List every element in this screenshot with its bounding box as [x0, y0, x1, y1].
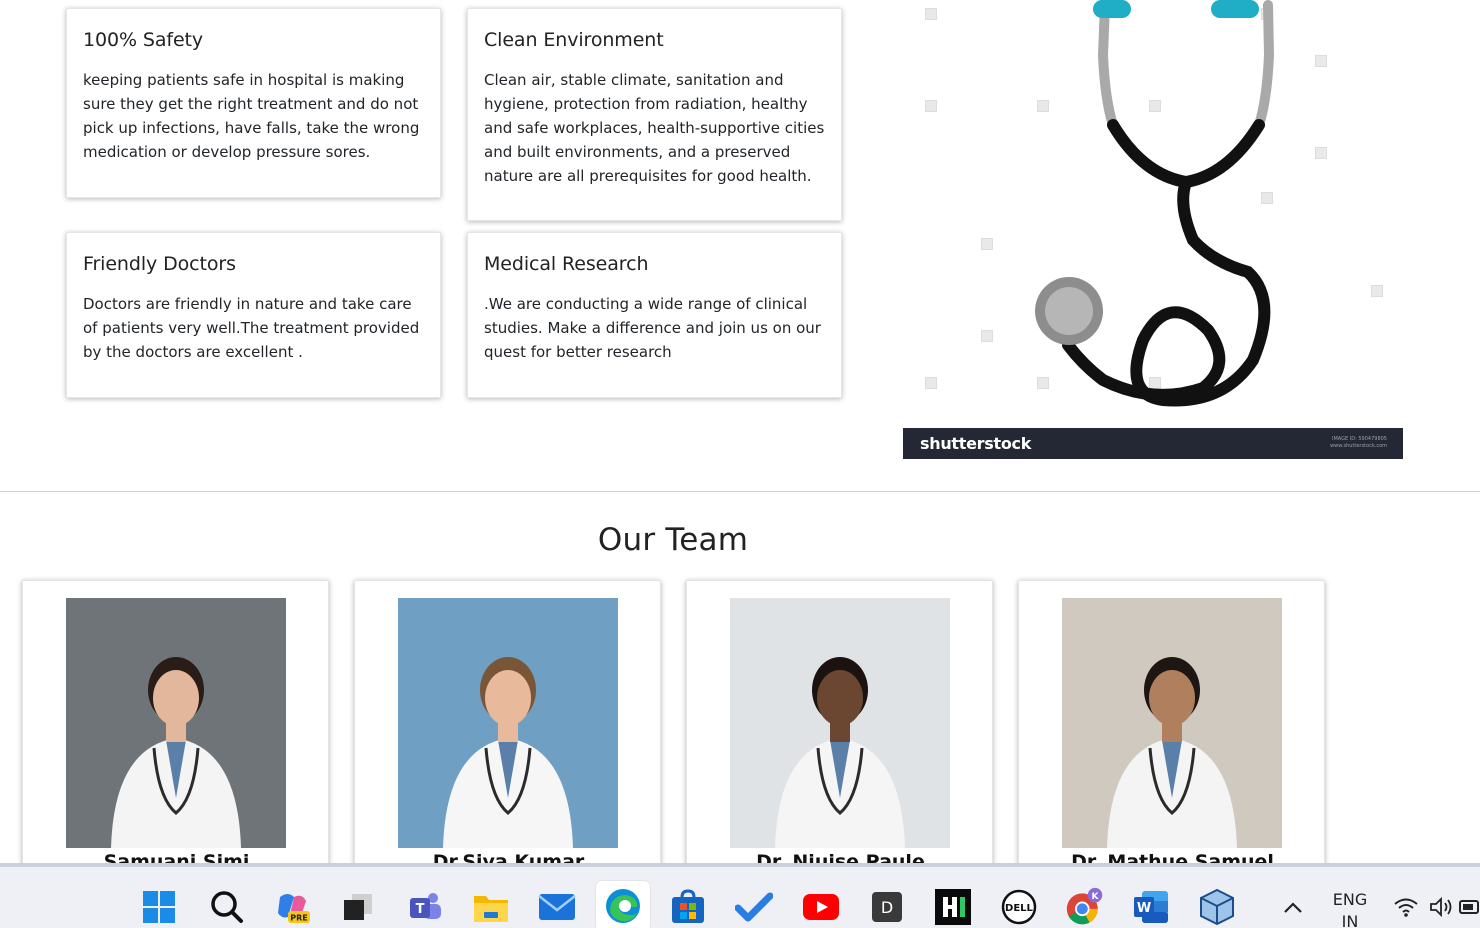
team-card: Dr.Siva Kumar [354, 580, 661, 880]
shutterstock-logo: shutterstock [920, 434, 1032, 453]
battery-icon[interactable] [1458, 887, 1480, 927]
image-id-line: IMAGE ID: 590479805 [1332, 436, 1387, 442]
region-line: IN [1341, 912, 1359, 928]
doctor-photo [730, 598, 950, 848]
feature-text: .We are conducting a wide range of clini… [484, 295, 821, 361]
file-explorer-icon[interactable] [471, 887, 511, 927]
feature-text: keeping patients safe in hospital is mak… [83, 71, 420, 161]
team-section-title: Our Team [597, 522, 749, 558]
team-card: Dr. Niuise Paule [686, 580, 993, 880]
language-line: ENG [1332, 890, 1368, 909]
feature-text: Doctors are friendly in nature and take … [83, 295, 420, 361]
windows-start-icon[interactable] [139, 887, 179, 927]
svg-text:PRE: PRE [290, 914, 308, 923]
doctor-photo [398, 598, 618, 848]
doctor-portrait [398, 598, 618, 848]
feature-card-research: Medical Research .We are conducting a wi… [467, 232, 842, 398]
feature-title: Medical Research [484, 253, 649, 275]
stethoscope-icon [1035, 0, 1275, 407]
feature-title: 100% Safety [83, 29, 204, 51]
doctor-photo [66, 598, 286, 848]
chevron-up-icon[interactable] [1273, 887, 1313, 927]
search-icon[interactable] [207, 887, 247, 927]
wifi-icon[interactable] [1386, 887, 1426, 927]
copilot-icon[interactable]: PRE [272, 887, 312, 927]
feature-text: Clean air, stable climate, sanitation an… [484, 71, 825, 185]
todo-icon[interactable] [734, 887, 774, 927]
word-icon[interactable]: W [1131, 887, 1171, 927]
team-card: Dr. Mathue Samuel [1018, 580, 1325, 880]
mail-icon[interactable] [537, 887, 577, 927]
taskbar: PRE T D DELL K W ENG IN [0, 863, 1480, 928]
feature-card-safety: 100% Safety keeping patients safe in hos… [66, 8, 441, 198]
dell-icon[interactable]: DELL [999, 887, 1039, 927]
feature-title: Friendly Doctors [83, 253, 236, 275]
doctor-portrait [66, 598, 286, 848]
language-indicator[interactable]: ENG IN [1326, 889, 1374, 928]
d-app-icon[interactable]: D [867, 887, 907, 927]
youtube-icon[interactable] [801, 887, 841, 927]
edge-icon[interactable] [596, 881, 650, 928]
svg-text:DELL: DELL [1005, 903, 1034, 914]
team-card: Samuani Simi [22, 580, 329, 880]
doctor-photo [1062, 598, 1282, 848]
box-app-icon[interactable] [1197, 887, 1237, 927]
hackerrank-icon[interactable] [933, 887, 973, 927]
volume-icon[interactable] [1421, 887, 1461, 927]
svg-text:D: D [881, 898, 893, 917]
stethoscope-image: shutterstock IMAGE ID: 590479805 www.shu… [903, 0, 1403, 459]
feature-card-doctors: Friendly Doctors Doctors are friendly in… [66, 232, 441, 398]
doctor-portrait [1062, 598, 1282, 848]
chrome-icon[interactable]: K [1065, 887, 1105, 927]
teams-icon[interactable]: T [405, 887, 445, 927]
svg-text:K: K [1091, 892, 1099, 902]
feature-title: Clean Environment [484, 29, 664, 51]
shutterstock-bar: shutterstock IMAGE ID: 590479805 www.shu… [903, 428, 1403, 459]
svg-text:T: T [416, 902, 425, 917]
image-id: IMAGE ID: 590479805 www.shutterstock.com [1330, 436, 1387, 450]
svg-text:W: W [1137, 901, 1151, 916]
task-view-icon[interactable] [337, 887, 377, 927]
store-icon[interactable] [668, 887, 708, 927]
section-divider [0, 491, 1480, 492]
doctor-portrait [730, 598, 950, 848]
image-url-line: www.shutterstock.com [1330, 443, 1387, 449]
feature-card-environment: Clean Environment Clean air, stable clim… [467, 8, 842, 221]
